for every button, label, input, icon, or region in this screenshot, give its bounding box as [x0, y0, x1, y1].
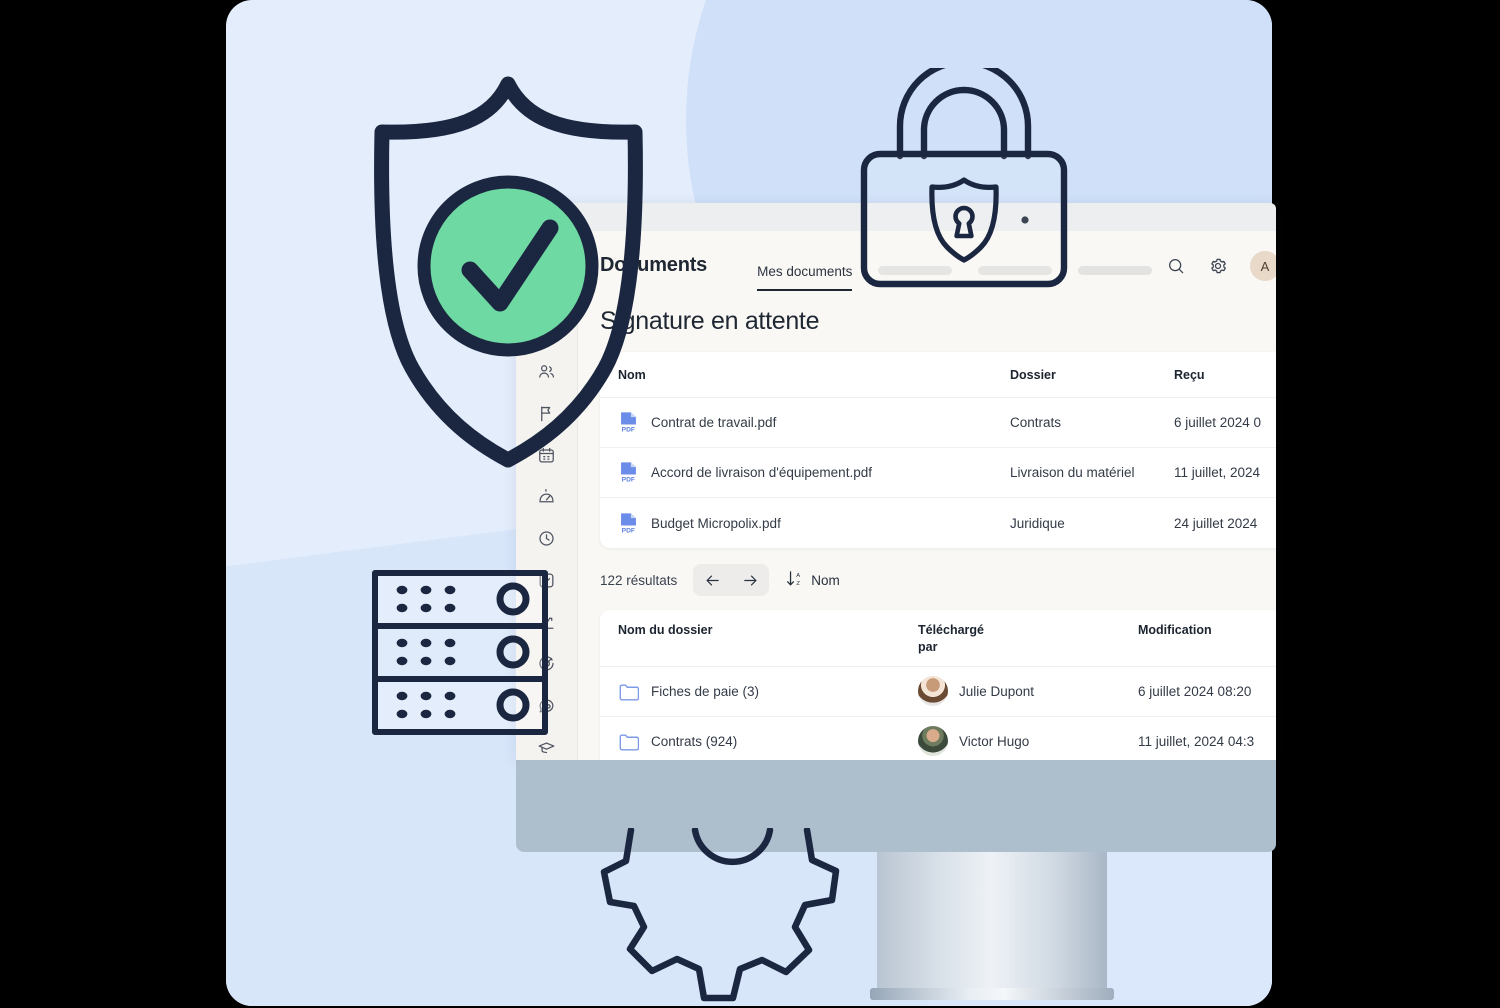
- folder-name: Fiches de paie (3): [651, 683, 760, 699]
- column-header-line-1: Téléchargé: [918, 623, 985, 637]
- document-name-cell[interactable]: PDF Budget Micropolix.pdf: [618, 512, 1010, 535]
- clock-icon[interactable]: [534, 526, 560, 552]
- folder-icon: [618, 732, 640, 751]
- gear-icon[interactable]: [1208, 256, 1228, 276]
- sort-control[interactable]: AZ Nom: [785, 569, 840, 591]
- column-header-nom[interactable]: Nom: [618, 368, 1010, 382]
- folder-modified: 6 juillet 2024 08:20: [1138, 683, 1252, 699]
- app-main: Documents Mes documents A Signature en a…: [578, 231, 1276, 760]
- avatar[interactable]: A: [1250, 251, 1276, 281]
- column-header-nom-du-dossier[interactable]: Nom du dossier: [618, 622, 918, 639]
- illustration-scene: Documents Mes documents A Signature en a…: [0, 0, 1500, 1006]
- server-rack-doodle: [370, 568, 550, 740]
- document-name: Contrat de travail.pdf: [651, 415, 777, 430]
- avatar[interactable]: [918, 726, 948, 757]
- column-header-line-2: par: [918, 639, 938, 654]
- monitor-stand: [877, 852, 1107, 994]
- svg-text:A: A: [796, 573, 800, 579]
- tab-mes-documents[interactable]: Mes documents: [757, 264, 853, 291]
- table-row[interactable]: Fiches de paie (3) Julie Dupont 6 juille…: [600, 667, 1276, 717]
- folder-icon: [618, 682, 640, 701]
- shield-check-doodle: [360, 70, 660, 470]
- svg-text:Z: Z: [797, 581, 801, 587]
- folder-uploaded-by-cell: Julie Dupont: [918, 676, 1138, 707]
- document-received: 24 juillet 2024: [1174, 515, 1258, 531]
- documents-card: Nom Dossier Reçu PDF Contrat de travail.…: [600, 352, 1276, 548]
- document-name-cell[interactable]: PDF Contrat de travail.pdf: [618, 411, 1010, 434]
- gear-doodle: [600, 828, 864, 1008]
- table-row[interactable]: Contrats (924) Victor Hugo 11 juillet, 2…: [600, 717, 1276, 760]
- sort-label: Nom: [811, 572, 840, 588]
- next-page-button[interactable]: [731, 564, 769, 596]
- monitor-foot: [870, 988, 1114, 1000]
- folder-name-cell[interactable]: Fiches de paie (3): [618, 682, 918, 701]
- table-row[interactable]: PDF Budget Micropolix.pdf Juridique 24 j…: [600, 498, 1276, 548]
- results-count: 122 résultats: [600, 572, 678, 588]
- document-received: 11 juillet, 2024: [1174, 465, 1261, 480]
- table-row[interactable]: PDF Accord de livraison d'équipement.pdf…: [600, 448, 1276, 498]
- table-row[interactable]: PDF Contrat de travail.pdf Contrats 6 ju…: [600, 398, 1276, 448]
- document-name-cell[interactable]: PDF Accord de livraison d'équipement.pdf: [618, 461, 1010, 484]
- folder-name-cell[interactable]: Contrats (924): [618, 732, 918, 751]
- folders-table-header: Nom du dossier Téléchargé par Modificati…: [600, 610, 1276, 667]
- svg-text:PDF: PDF: [622, 527, 635, 534]
- nav-actions: A: [1166, 251, 1276, 281]
- document-folder: Juridique: [1010, 515, 1065, 531]
- tab-skeleton-3[interactable]: [1078, 266, 1153, 275]
- svg-text:PDF: PDF: [622, 477, 635, 484]
- results-bar: 122 résultats AZ Nom: [578, 548, 1276, 610]
- document-folder: Contrats: [1010, 415, 1062, 430]
- column-header-telecharge-par[interactable]: Téléchargé par: [918, 622, 1138, 656]
- pdf-icon: PDF: [618, 512, 639, 535]
- folder-modified: 11 juillet, 2024 04:3: [1138, 733, 1255, 749]
- pagination[interactable]: [693, 564, 770, 596]
- column-header-dossier[interactable]: Dossier: [1010, 368, 1174, 382]
- padlock-doodle: [858, 68, 1070, 290]
- document-name: Accord de livraison d'équipement.pdf: [651, 465, 872, 480]
- document-name: Budget Micropolix.pdf: [651, 515, 781, 531]
- uploader-name: Victor Hugo: [959, 733, 1030, 749]
- search-icon[interactable]: [1166, 256, 1186, 276]
- document-folder: Livraison du matériel: [1010, 465, 1135, 480]
- avatar[interactable]: [918, 676, 948, 707]
- sort-az-icon: AZ: [785, 569, 804, 591]
- page-title: Signature en attente: [600, 307, 820, 335]
- documents-table-header: Nom Dossier Reçu: [600, 352, 1276, 398]
- folders-card: Nom du dossier Téléchargé par Modificati…: [600, 610, 1276, 760]
- folder-uploaded-by-cell: Victor Hugo: [918, 726, 1138, 757]
- previous-page-button[interactable]: [693, 564, 731, 596]
- column-header-recu[interactable]: Reçu: [1174, 368, 1276, 382]
- folder-name: Contrats (924): [651, 733, 738, 749]
- speedometer-icon[interactable]: [534, 484, 560, 510]
- column-header-modification[interactable]: Modification: [1138, 622, 1276, 639]
- document-received: 6 juillet 2024 0: [1174, 415, 1262, 430]
- uploader-name: Julie Dupont: [959, 683, 1035, 699]
